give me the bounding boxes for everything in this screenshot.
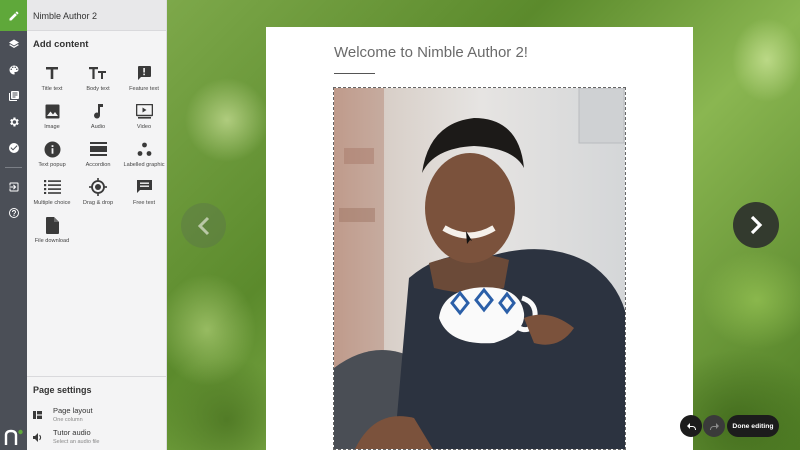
add-drag-drop-button[interactable]: Drag & drop	[75, 173, 121, 211]
content-grid: Title text Body text Feature text Image …	[27, 59, 166, 249]
list-icon	[43, 180, 61, 194]
help-icon	[8, 208, 19, 218]
undo-button[interactable]	[680, 415, 702, 437]
exit-button[interactable]	[0, 174, 27, 200]
title-text-icon	[46, 67, 58, 79]
gear-icon	[9, 117, 19, 127]
tile-label: Video	[136, 124, 152, 130]
tile-label: Feature text	[129, 86, 159, 92]
add-title-text-button[interactable]: Title text	[29, 59, 75, 97]
chevron-left-icon	[197, 216, 209, 235]
tile-label: Title text	[41, 86, 63, 92]
chevron-right-icon	[750, 215, 763, 235]
icon-rail	[0, 0, 27, 450]
add-body-text-button[interactable]: Body text	[75, 59, 121, 97]
title-divider	[334, 73, 375, 74]
add-text-popup-button[interactable]: Text popup	[29, 135, 75, 173]
library-button[interactable]	[0, 83, 27, 109]
tile-label: Drag & drop	[82, 200, 114, 206]
image-icon	[45, 104, 59, 118]
page-stage: Welcome to Nimble Author 2!	[167, 0, 800, 450]
tile-label: Free text	[132, 200, 156, 206]
tile-label: Image	[44, 124, 60, 130]
tile-label: Audio	[90, 124, 106, 130]
layers-icon	[8, 39, 19, 48]
page-image[interactable]	[333, 87, 626, 450]
video-icon	[135, 103, 153, 119]
add-file-download-button[interactable]: File download	[29, 211, 75, 249]
chat-icon	[136, 180, 152, 193]
page-settings: Page settings Page layout One column Tut…	[27, 376, 166, 450]
add-video-button[interactable]: Video	[121, 97, 167, 135]
add-feature-text-button[interactable]: Feature text	[121, 59, 167, 97]
done-editing-button[interactable]: Done editing	[727, 415, 779, 437]
tutor-audio-value: Select an audio file	[53, 439, 100, 445]
tile-label: Text popup	[38, 162, 66, 168]
library-icon	[8, 91, 19, 101]
body-text-icon	[89, 67, 106, 79]
tutor-audio-setting[interactable]: Tutor audio Select an audio file	[27, 426, 166, 448]
add-accordion-button[interactable]: Accordion	[75, 135, 121, 173]
redo-button[interactable]	[703, 415, 725, 437]
page-layout-setting[interactable]: Page layout One column	[27, 404, 166, 426]
tile-label: File download	[34, 238, 70, 244]
page-canvas: Welcome to Nimble Author 2!	[266, 27, 693, 450]
page-settings-heading: Page settings	[33, 385, 92, 395]
page-layout-value: One column	[53, 417, 83, 423]
add-audio-button[interactable]: Audio	[75, 97, 121, 135]
help-button[interactable]	[0, 200, 27, 226]
target-icon	[89, 178, 107, 196]
file-icon	[45, 216, 59, 234]
nimble-logo	[4, 429, 23, 445]
tile-label: Body text	[86, 86, 110, 92]
add-content-heading: Add content	[33, 39, 89, 50]
add-image-button[interactable]: Image	[29, 97, 75, 135]
settings-button[interactable]	[0, 109, 27, 135]
previous-page-button[interactable]	[181, 203, 226, 248]
speaker-icon	[33, 432, 42, 442]
tile-label: Labelled graphic	[123, 162, 165, 168]
rail-divider	[5, 167, 22, 168]
publish-button[interactable]	[0, 135, 27, 161]
info-icon	[44, 141, 60, 157]
man-with-coffee-photo	[334, 88, 625, 449]
undo-icon	[686, 422, 696, 430]
add-free-text-button[interactable]: Free text	[121, 173, 167, 211]
theme-button[interactable]	[0, 57, 27, 83]
app-title: Nimble Author 2	[27, 0, 166, 31]
redo-icon	[709, 422, 719, 430]
palette-icon	[9, 65, 18, 75]
feature-text-icon	[138, 66, 151, 80]
add-multiple-choice-button[interactable]: Multiple choice	[29, 173, 75, 211]
check-circle-icon	[8, 143, 19, 153]
exit-icon	[9, 182, 18, 192]
tile-label: Multiple choice	[33, 200, 71, 206]
layout-icon	[33, 411, 42, 419]
next-page-button[interactable]	[733, 202, 779, 248]
add-labelled-graphic-button[interactable]: Labelled graphic	[121, 135, 167, 173]
tutor-audio-label: Tutor audio	[53, 428, 91, 437]
accordion-icon	[89, 142, 107, 156]
content-panel: Nimble Author 2 Add content Title text B…	[27, 0, 167, 450]
pencil-icon	[9, 11, 18, 20]
labelled-graphic-icon	[137, 142, 151, 156]
edit-mode-button[interactable]	[0, 0, 27, 31]
pages-button[interactable]	[0, 31, 27, 57]
page-layout-label: Page layout	[53, 406, 93, 415]
page-title[interactable]: Welcome to Nimble Author 2!	[334, 44, 528, 61]
tile-label: Accordion	[85, 162, 111, 168]
audio-icon	[94, 104, 103, 119]
